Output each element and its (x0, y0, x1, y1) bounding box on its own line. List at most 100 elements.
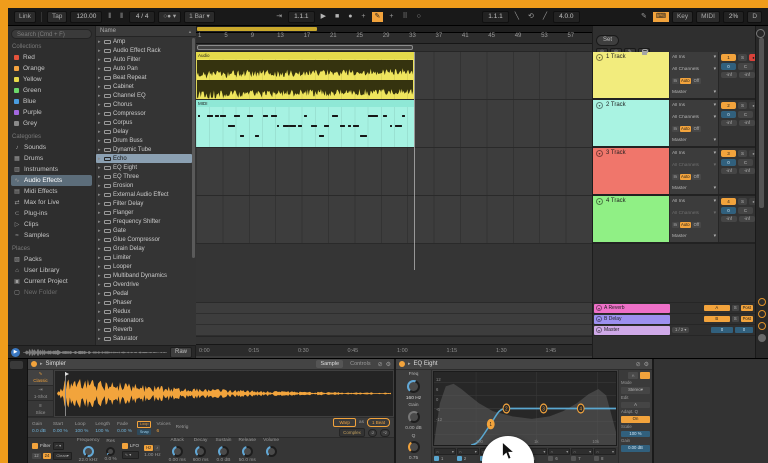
device-list-item[interactable]: ▸ Chorus (96, 100, 192, 109)
place-item[interactable]: ⌂ User Library (11, 265, 92, 276)
zoom-circle-icon[interactable] (758, 322, 766, 330)
slope-24-button[interactable]: 24 (42, 453, 52, 459)
expand-triangle-icon[interactable]: ▸ (98, 264, 102, 270)
return-solo-button[interactable]: S (731, 316, 739, 322)
expand-triangle-icon[interactable]: ▸ (98, 237, 102, 243)
half-tempo-button[interactable]: :2 (367, 428, 378, 437)
device-list-item[interactable]: ▸ Multiband Dynamics (96, 271, 192, 280)
raw-button[interactable]: Raw (169, 346, 192, 358)
volume-field[interactable]: -inf (721, 168, 737, 174)
slope-12-button[interactable]: 12 (32, 453, 41, 459)
device-list-item[interactable]: ▸ Amp (96, 37, 192, 46)
band-enable-checkbox[interactable] (456, 456, 462, 461)
follow-icon[interactable]: ⇥ (273, 12, 285, 22)
master-volume[interactable]: 0 (735, 327, 753, 333)
return-name[interactable]: B Delay (604, 316, 622, 322)
envelope-knob[interactable] (265, 445, 277, 457)
device-list-item[interactable]: ▸ Corpus (96, 118, 192, 127)
vertical-scrollbar[interactable] (755, 26, 768, 358)
settings-icon[interactable]: ⚙ (386, 361, 391, 368)
track-header[interactable]: ▾ 4 Track All Ins ▾ All Channels ▾ In Auto… (593, 196, 760, 244)
monitor-off-button[interactable]: Off (692, 173, 701, 180)
master-name[interactable]: Master (604, 327, 619, 333)
device-fold-icon[interactable]: ▸ (408, 361, 411, 367)
volume-field[interactable]: -inf (721, 120, 737, 126)
device-view-selector[interactable] (8, 359, 28, 463)
output-select[interactable]: Master (672, 234, 687, 239)
filter-freq-knob[interactable] (82, 445, 94, 457)
band-enable-checkbox[interactable] (434, 456, 439, 461)
pan-knob[interactable]: 0 (721, 63, 736, 70)
category-item[interactable]: ▦ Drums (11, 153, 92, 164)
quantize-menu[interactable]: 1 Bar ▾ (184, 10, 215, 23)
expand-triangle-icon[interactable]: ▸ (98, 336, 102, 342)
eq-edit-button[interactable]: A (621, 401, 650, 408)
monitor-auto-button[interactable]: Auto (679, 77, 692, 84)
expand-triangle-icon[interactable]: ▸ (98, 66, 102, 72)
device-list-item[interactable]: ▸ Saturator (96, 334, 192, 343)
punch-out-icon[interactable]: ╱ (540, 12, 550, 22)
sample-waveform-display[interactable] (55, 371, 393, 416)
expand-triangle-icon[interactable]: ▸ (98, 102, 102, 108)
solo-button[interactable]: S (738, 54, 747, 61)
device-list-item[interactable]: ▸ EQ Three (96, 172, 192, 181)
scrollbar-thumb[interactable] (759, 38, 764, 208)
monitor-off-button[interactable]: Off (692, 77, 701, 84)
expand-triangle-icon[interactable]: ▸ (98, 39, 102, 45)
track-activator[interactable]: 3 (721, 150, 736, 157)
track-name[interactable]: 2 Track (606, 102, 626, 108)
track-2-lane[interactable]: MIDI (196, 100, 592, 148)
track-name[interactable]: 4 Track (606, 198, 626, 204)
track-name[interactable]: 1 Track (606, 54, 626, 60)
return-fold-icon[interactable]: ▾ (596, 316, 602, 322)
device-title[interactable]: EQ Eight (414, 361, 438, 367)
collection-item[interactable]: Yellow (11, 74, 92, 85)
expand-triangle-icon[interactable]: ▸ (98, 147, 102, 153)
master-output-select[interactable]: 1 / 2 ▾ (672, 327, 690, 333)
crossfade-assign[interactable]: C (738, 63, 753, 70)
device-list-item[interactable]: ▸ Audio Effect Rack (96, 46, 192, 55)
eq-freq-value[interactable]: 160 Hz (406, 396, 421, 401)
time-signature-field[interactable]: 4 / 4 (129, 10, 156, 23)
device-list-item[interactable]: ▸ Beat Repeat (96, 73, 192, 82)
list-scrollbar[interactable] (192, 38, 195, 258)
track-fold-icon[interactable]: ▾ (596, 150, 603, 157)
settings-icon[interactable]: ⚙ (644, 361, 649, 368)
sample-param[interactable]: Fade 0.00 % (117, 421, 132, 435)
warp-mode-select[interactable]: Complex (339, 428, 365, 437)
lfo-toggle[interactable] (121, 443, 128, 449)
play-button[interactable]: ▶ (318, 12, 329, 22)
return-track-header[interactable]: ▾ A Reverb A S Post (593, 303, 755, 314)
eq-gain-value[interactable]: 0.00 dB (405, 426, 422, 431)
output-select[interactable]: Master (672, 90, 687, 95)
device-list-item[interactable]: ▸ Phaser (96, 298, 192, 307)
loop-length-field[interactable]: 4.0.0 (553, 10, 580, 23)
expand-triangle-icon[interactable]: ▸ (98, 183, 102, 189)
device-fold-icon[interactable]: ▸ (40, 361, 43, 367)
loop-brace[interactable] (197, 45, 413, 50)
expand-triangle-icon[interactable]: ▸ (98, 255, 102, 261)
eq-curve-display[interactable]: 1 2 3 4 12 6 0 -6 -12 100 1k 10k (433, 371, 617, 446)
track-fold-icon[interactable]: ▾ (596, 54, 603, 61)
zoom-circle-icon[interactable] (758, 298, 766, 306)
collection-item[interactable]: Green (11, 85, 92, 96)
zoom-circle-icon[interactable] (758, 334, 766, 342)
scrub-area[interactable] (196, 44, 592, 52)
track-3-lane[interactable] (196, 148, 592, 196)
punch-in-icon[interactable]: ╲ (512, 12, 522, 22)
envelope-param[interactable]: Volume (263, 438, 279, 463)
monitor-auto-button[interactable]: Auto (679, 125, 692, 132)
band-shape-select[interactable]: ∩▾ (434, 448, 456, 455)
time-ruler[interactable]: 0:00 0:15 0:30 0:45 1:00 1:15 1:30 1:45 (196, 344, 592, 356)
pan-knob[interactable]: 0 (721, 207, 736, 214)
device-list-item[interactable]: ▸ External Audio Effect (96, 190, 192, 199)
band-shape-select[interactable]: ∩▾ (571, 448, 594, 455)
re-enable-automation-icon[interactable]: + (386, 12, 396, 22)
output-select[interactable]: Master (672, 186, 687, 191)
envelope-knob[interactable] (217, 445, 229, 457)
expand-triangle-icon[interactable]: ▸ (98, 129, 102, 135)
monitor-off-button[interactable]: Off (692, 125, 701, 132)
filter-freq-value[interactable]: 22.0 kHz (79, 458, 98, 463)
lfo-rate-value[interactable]: 1.00 Hz (144, 453, 161, 458)
analyze-toggle[interactable] (640, 372, 650, 379)
